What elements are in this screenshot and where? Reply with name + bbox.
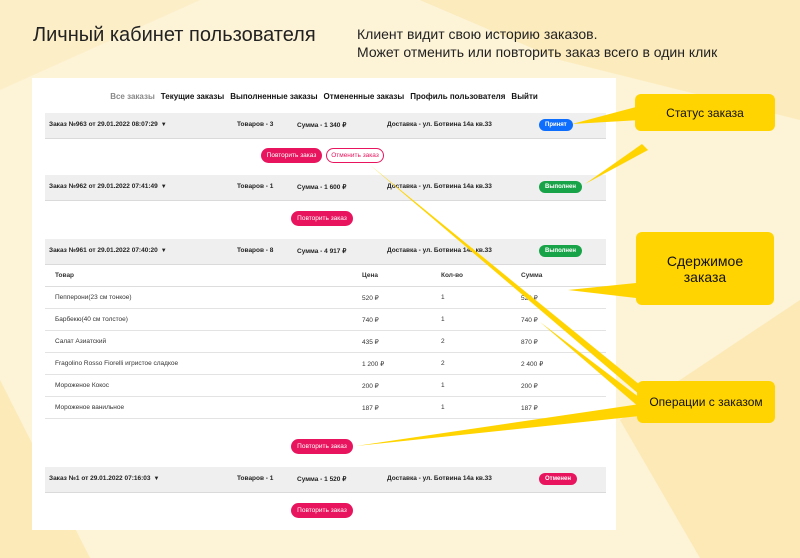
table-row: Барбекю(40 см толстое) 740 ₽ 1 740 ₽ [45, 308, 606, 331]
slide-title: Личный кабинет пользователя [33, 24, 316, 46]
status-badge: Принят [539, 119, 573, 131]
order-title: Заказ №963 от 29.01.2022 08:07:29 ▼ [49, 121, 167, 128]
order-header[interactable]: Заказ №1 от 29.01.2022 07:16:03 ▼ Товаров… [45, 467, 606, 493]
cell-product: Барбекю(40 см толстое) [55, 316, 128, 323]
cell-total: 200 ₽ [521, 383, 538, 390]
table-row: Пепперони(23 см тонкое) 520 ₽ 1 520 ₽ [45, 286, 606, 309]
status-badge: Отменен [539, 473, 577, 485]
nav-user-profile[interactable]: Профиль пользователя [410, 92, 505, 101]
cell-price: 200 ₽ [362, 383, 379, 390]
table-row: Мороженое Кокос 200 ₽ 1 200 ₽ [45, 374, 606, 397]
caret-up-icon[interactable]: ▼ [161, 248, 167, 254]
order-items-count: Товаров - 1 [237, 475, 274, 482]
slide-description-line-1: Клиент видит свою историю заказов. [357, 26, 598, 42]
orders-nav: Все заказы Текущие заказы Выполненные за… [32, 92, 616, 101]
order-header[interactable]: Заказ №963 от 29.01.2022 08:07:29 ▼ Товар… [45, 113, 606, 139]
column-header-price: Цена [362, 272, 378, 279]
table-row: Салат Азиатский 435 ₽ 2 870 ₽ [45, 330, 606, 353]
cell-price: 740 ₽ [362, 317, 379, 324]
cell-price: 520 ₽ [362, 295, 379, 302]
repeat-order-button[interactable]: Повторить заказ [291, 503, 353, 518]
order-items-table: Товар Цена Кол-во Сумма Пепперони(23 см … [45, 264, 606, 430]
repeat-order-button[interactable]: Повторить заказ [261, 148, 322, 163]
nav-all-orders[interactable]: Все заказы [110, 92, 155, 101]
nav-logout[interactable]: Выйти [511, 92, 537, 101]
order-sum: Сумма - 4 917 ₽ [297, 248, 347, 255]
cell-product: Fragolino Rosso Fiorelli игристое сладко… [55, 360, 179, 367]
slide-description: Клиент видит свою историю заказов. Может… [357, 25, 717, 61]
cell-total: 520 ₽ [521, 295, 538, 302]
order-header[interactable]: Заказ №962 от 29.01.2022 07:41:49 ▼ Товар… [45, 175, 606, 201]
order-delivery: Доставка - ул. Ботвина 14а кв.33 [387, 475, 492, 482]
cell-qty: 1 [441, 294, 445, 301]
cell-price: 435 ₽ [362, 339, 379, 346]
order-sum: Сумма - 1 520 ₽ [297, 476, 347, 483]
repeat-order-button[interactable]: Повторить заказ [291, 211, 353, 226]
cell-total: 870 ₽ [521, 339, 538, 346]
order-items-count: Товаров - 8 [237, 247, 274, 254]
cell-qty: 1 [441, 382, 445, 389]
cell-qty: 1 [441, 316, 445, 323]
callout-order-content-line-1: Сдержимое [666, 252, 744, 269]
repeat-order-button[interactable]: Повторить заказ [291, 439, 353, 454]
table-row: Fragolino Rosso Fiorelli игристое сладко… [45, 352, 606, 375]
cell-product: Салат Азиатский [55, 338, 107, 345]
cell-product: Мороженое ванильное [55, 404, 125, 411]
status-badge: Выполнен [539, 245, 582, 257]
nav-cancelled-orders[interactable]: Отмененные заказы [324, 92, 405, 101]
cell-qty: 2 [441, 360, 445, 367]
cell-qty: 2 [441, 338, 445, 345]
cell-price: 1 200 ₽ [362, 361, 385, 368]
order-delivery: Доставка - ул. Ботвина 14а кв.33 [387, 183, 492, 190]
cell-product: Пепперони(23 см тонкое) [55, 294, 132, 301]
callout-order-status: Статус заказа [635, 94, 775, 131]
order-title: Заказ №1 от 29.01.2022 07:16:03 ▼ [49, 475, 160, 482]
slide-description-line-2: Может отменить или повторить заказ всего… [357, 44, 718, 60]
caret-down-icon[interactable]: ▼ [161, 122, 167, 128]
cell-price: 187 ₽ [362, 405, 379, 412]
order-title: Заказ №962 от 29.01.2022 07:41:49 ▼ [49, 183, 167, 190]
nav-done-orders[interactable]: Выполненные заказы [230, 92, 317, 101]
cancel-order-button[interactable]: Отменить заказ [326, 148, 384, 163]
status-badge: Выполнен [539, 181, 582, 193]
order-sum: Сумма - 1 600 ₽ [297, 184, 347, 191]
table-header-row: Товар Цена Кол-во Сумма [45, 264, 606, 287]
cell-product: Мороженое Кокос [55, 382, 110, 389]
order-items-count: Товаров - 3 [237, 121, 274, 128]
caret-down-icon[interactable]: ▼ [161, 184, 167, 190]
table-row: Мороженое ванильное 187 ₽ 1 187 ₽ [45, 396, 606, 419]
order-sum: Сумма - 1 340 ₽ [297, 122, 347, 129]
callout-order-content: Сдержимое заказа [636, 232, 774, 305]
cell-total: 740 ₽ [521, 317, 538, 324]
column-header-total: Сумма [521, 272, 543, 279]
order-items-count: Товаров - 1 [237, 183, 274, 190]
callout-order-content-line-2: заказа [683, 268, 727, 285]
callout-order-operations: Операции с заказом [637, 381, 775, 423]
cell-total: 2 400 ₽ [521, 361, 544, 368]
column-header-qty: Кол-во [441, 272, 463, 279]
cell-qty: 1 [441, 404, 445, 411]
order-delivery: Доставка - ул. Ботвина 14а кв.33 [387, 247, 492, 254]
account-panel: Все заказы Текущие заказы Выполненные за… [32, 78, 616, 530]
nav-current-orders[interactable]: Текущие заказы [161, 92, 224, 101]
order-header[interactable]: Заказ №961 от 29.01.2022 07:40:20 ▼ Товар… [45, 239, 606, 265]
cell-total: 187 ₽ [521, 405, 538, 412]
order-delivery: Доставка - ул. Ботвина 14а кв.33 [387, 121, 492, 128]
column-header-product: Товар [55, 272, 75, 279]
order-title: Заказ №961 от 29.01.2022 07:40:20 ▼ [49, 247, 167, 254]
caret-down-icon[interactable]: ▼ [154, 476, 160, 482]
